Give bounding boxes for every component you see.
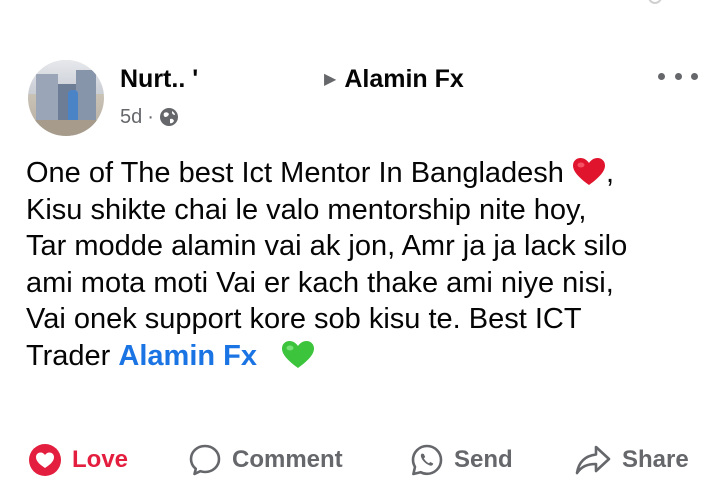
comment-label: Comment bbox=[232, 446, 343, 473]
green-heart-emoji bbox=[282, 340, 315, 368]
post-line-2: Kisu shikte chai le valo mentorship nite… bbox=[26, 193, 587, 226]
whatsapp-icon bbox=[411, 444, 443, 476]
redaction-mark bbox=[198, 64, 300, 94]
avatar[interactable] bbox=[28, 60, 104, 136]
send-button[interactable]: Send bbox=[410, 440, 513, 480]
post-line-6: Trader Alamin Fx bbox=[26, 338, 706, 375]
share-icon bbox=[575, 445, 611, 475]
love-button[interactable]: Love bbox=[28, 440, 128, 480]
meta-separator: · bbox=[147, 105, 154, 128]
love-reaction-icon bbox=[29, 444, 61, 476]
more-options-icon[interactable] bbox=[658, 64, 698, 88]
post-line-1: One of The best Ict Mentor In Bangladesh… bbox=[26, 157, 615, 189]
post-title-row: Nurt.. ' ~all ▶ Alamin Fx bbox=[120, 62, 464, 96]
share-label: Share bbox=[622, 446, 689, 473]
comment-icon bbox=[189, 444, 221, 476]
post-time[interactable]: 5d bbox=[120, 106, 142, 129]
page-mention-link[interactable]: Alamin Fx bbox=[118, 340, 257, 372]
page-name[interactable]: Alamin Fx bbox=[344, 65, 463, 94]
red-heart-emoji bbox=[572, 158, 605, 185]
globe-icon bbox=[159, 108, 178, 126]
post-header: Nurt.. ' ~all ▶ Alamin Fx 5d · bbox=[28, 60, 698, 140]
post-meta: 5d · bbox=[120, 104, 179, 130]
author-name[interactable]: Nurt.. ' ~all bbox=[120, 64, 330, 94]
post-line-4: ami mota moti Vai er kach thake ami niye… bbox=[26, 266, 614, 299]
love-label: Love bbox=[72, 446, 129, 473]
send-label: Send bbox=[454, 446, 513, 473]
comment-button[interactable]: Comment bbox=[188, 440, 343, 480]
share-button[interactable]: Share bbox=[574, 440, 689, 480]
post-text: One of The best Ict Mentor In Bangladesh… bbox=[26, 155, 706, 374]
post-line-3: Tar modde alamin vai ak jon, Amr ja ja l… bbox=[26, 230, 628, 262]
post-line-5: Vai onek support kore sob kisu te. Best … bbox=[26, 303, 582, 335]
post-action-bar: Love Comment Send Share bbox=[22, 440, 702, 480]
partial-top-icon bbox=[648, 0, 662, 4]
